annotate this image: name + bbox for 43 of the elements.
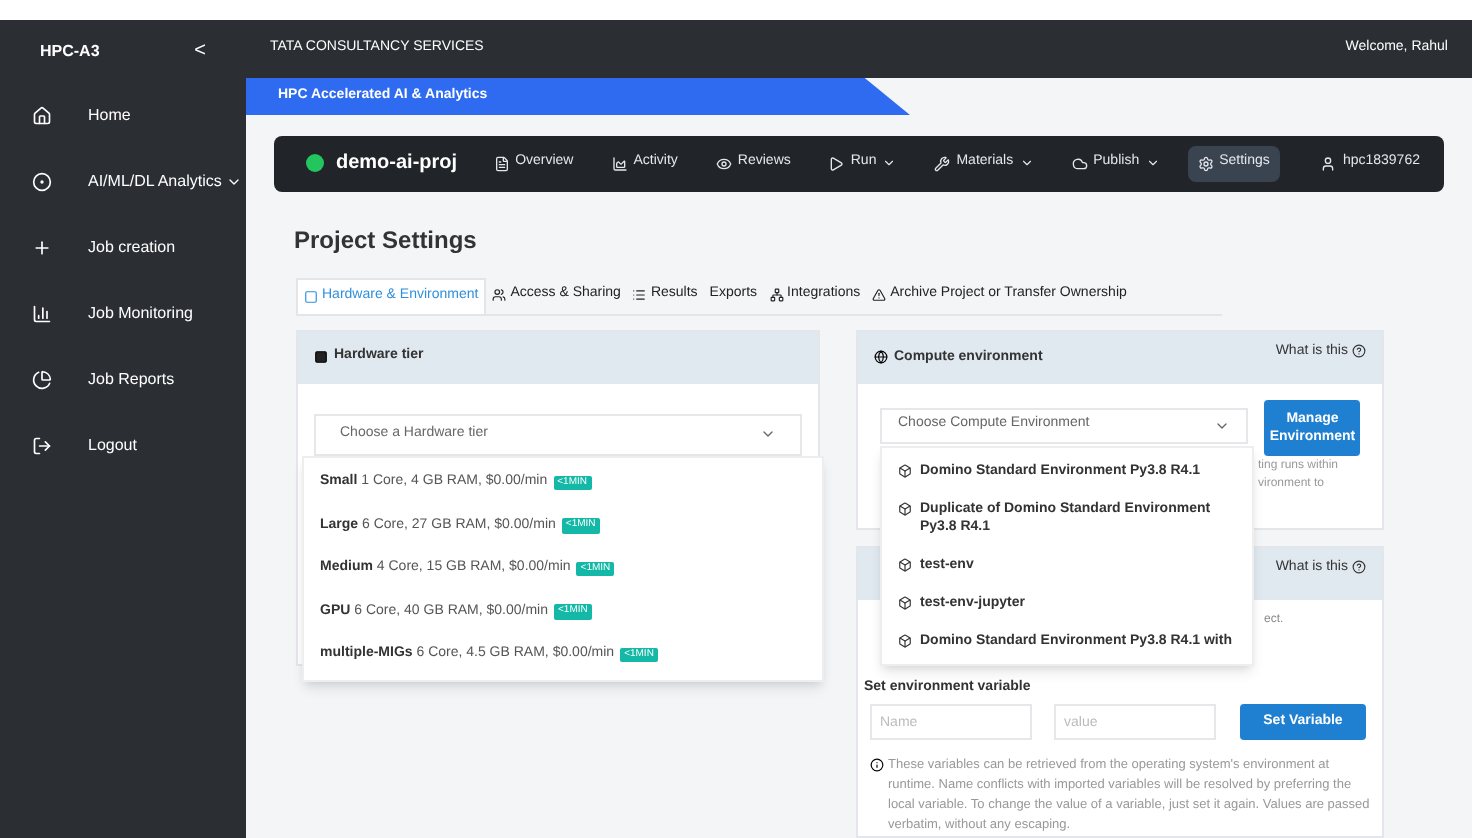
users-icon (492, 288, 507, 302)
caret-icon (1019, 156, 1034, 170)
box-icon (898, 501, 912, 515)
box-icon (898, 557, 912, 571)
plus-icon (32, 237, 52, 257)
info-icon (870, 758, 884, 772)
logout-icon (32, 435, 52, 455)
list-icon (632, 288, 647, 302)
box-icon (898, 463, 912, 477)
play-icon (828, 155, 845, 171)
sidebar-item[interactable]: Home (0, 82, 246, 148)
collapse-button[interactable]: < (194, 36, 206, 66)
sidebar-item[interactable]: Logout (0, 412, 246, 478)
caret-icon (882, 156, 897, 170)
eye-icon (715, 155, 732, 171)
wrench-icon (934, 155, 951, 171)
box-icon (898, 633, 912, 647)
pie-chart-icon (32, 369, 52, 389)
user-icon (1320, 155, 1337, 171)
help-icon (1352, 560, 1366, 575)
home-icon (32, 105, 52, 125)
sidebar-item[interactable]: Job Reports (0, 346, 246, 412)
page-title: Project Settings (294, 223, 479, 257)
box-icon (898, 595, 912, 609)
project-name[interactable]: demo-ai-proj (336, 148, 458, 178)
warning-icon (872, 288, 887, 302)
globe-icon (874, 350, 888, 365)
square-icon (304, 289, 318, 303)
sidebar-item[interactable]: Job Monitoring (0, 280, 246, 346)
chevron-icon (760, 426, 776, 442)
sidebar-item[interactable]: AI/ML/DL Analytics (0, 148, 246, 214)
circle-icon (32, 171, 52, 191)
app-title: HPC-A3 (40, 39, 100, 63)
help-icon (1352, 344, 1366, 359)
sidebar-item[interactable]: Job creation (0, 214, 246, 280)
cloud-icon (1071, 155, 1088, 171)
caret-icon (1145, 156, 1160, 170)
area-chart-icon (611, 155, 628, 171)
document-icon (493, 155, 510, 171)
bar-chart-icon (32, 303, 52, 323)
square-icon (314, 350, 328, 364)
network-icon (769, 288, 784, 302)
settings-icon (1197, 155, 1214, 171)
